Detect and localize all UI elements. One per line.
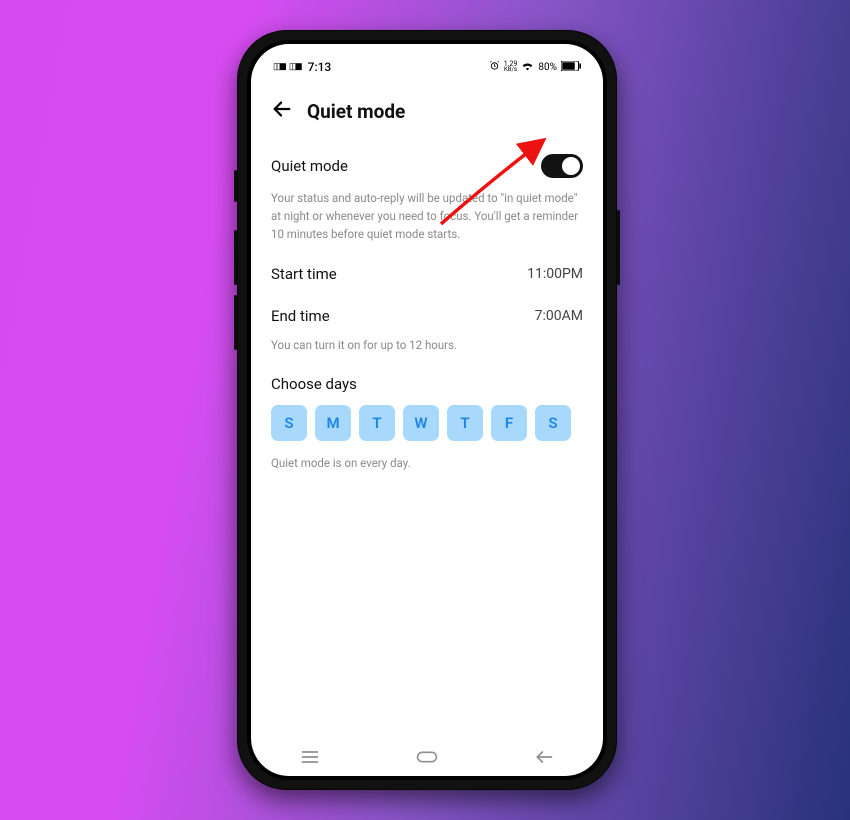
signal-icon: ▯▯▮▮	[273, 62, 285, 72]
phone-bezel: ▯▯▮▮ ▯▯▮▮ 7:13 1.29 KB/s	[247, 40, 607, 780]
status-time: 7:13	[308, 60, 332, 74]
day-sun[interactable]: S	[271, 405, 307, 441]
day-mon[interactable]: M	[315, 405, 351, 441]
quiet-mode-description: Your status and auto-reply will be updat…	[271, 190, 583, 253]
content: Quiet mode Your status and auto-reply wi…	[251, 138, 603, 487]
alarm-icon	[489, 60, 500, 74]
page-title: Quiet mode	[307, 100, 405, 123]
quiet-mode-toggle[interactable]	[541, 154, 583, 178]
phone-side-button	[617, 210, 620, 285]
day-sat[interactable]: S	[535, 405, 571, 441]
day-tue[interactable]: T	[359, 405, 395, 441]
quiet-mode-label: Quiet mode	[271, 157, 348, 175]
choose-days-note: Quiet mode is on every day.	[271, 455, 583, 483]
header: Quiet mode	[251, 84, 603, 138]
day-fri[interactable]: F	[491, 405, 527, 441]
end-time-value: 7:00AM	[535, 308, 583, 324]
choose-days-label: Choose days	[271, 375, 583, 393]
phone-side-button	[234, 230, 237, 285]
end-time-row[interactable]: End time 7:00AM	[271, 295, 583, 337]
net-rate: 1.29 KB/s	[504, 61, 518, 73]
status-bar-right: 1.29 KB/s 80%	[489, 60, 581, 74]
day-thu[interactable]: T	[447, 405, 483, 441]
battery-percent: 80%	[538, 62, 557, 73]
quiet-mode-row: Quiet mode	[271, 142, 583, 190]
nav-home-button[interactable]	[407, 750, 447, 764]
screen: ▯▯▮▮ ▯▯▮▮ 7:13 1.29 KB/s	[251, 44, 603, 776]
toggle-knob	[562, 157, 580, 175]
phone-side-button	[234, 170, 237, 202]
nav-back-button[interactable]	[524, 750, 564, 764]
signal-icon: ▯▯▮▮	[289, 62, 301, 72]
start-time-row[interactable]: Start time 11:00PM	[271, 253, 583, 295]
end-time-label: End time	[271, 307, 330, 325]
duration-note: You can turn it on for up to 12 hours.	[271, 337, 583, 365]
start-time-value: 11:00PM	[527, 266, 583, 282]
phone-side-button	[234, 295, 237, 350]
day-wed[interactable]: W	[403, 405, 439, 441]
back-arrow-icon[interactable]	[271, 98, 293, 124]
start-time-label: Start time	[271, 265, 337, 283]
battery-icon	[561, 61, 581, 74]
status-bar: ▯▯▮▮ ▯▯▮▮ 7:13 1.29 KB/s	[251, 44, 603, 84]
phone-frame: ▯▯▮▮ ▯▯▮▮ 7:13 1.29 KB/s	[237, 30, 617, 790]
wifi-icon	[521, 60, 534, 74]
system-nav-bar	[251, 738, 603, 776]
day-picker: S M T W T F S	[271, 405, 583, 441]
nav-recent-button[interactable]	[290, 750, 330, 764]
status-bar-left: ▯▯▮▮ ▯▯▮▮ 7:13	[273, 60, 331, 74]
